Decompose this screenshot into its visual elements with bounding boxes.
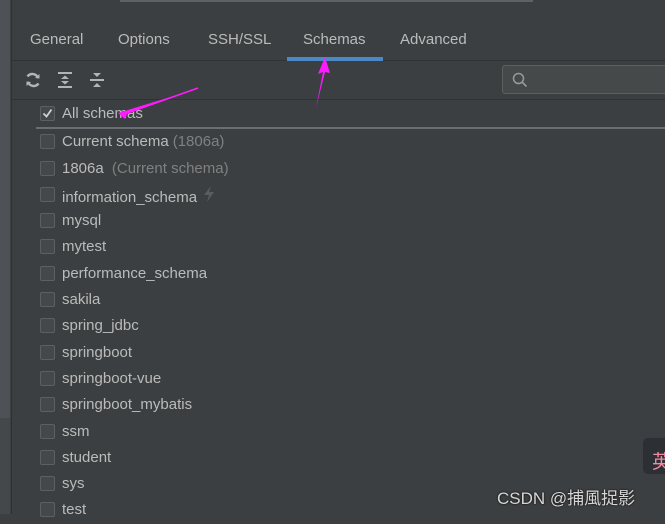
schema-label: springboot: [62, 344, 132, 361]
schema-hint: (Current schema): [107, 159, 229, 177]
schema-name: Current schema: [62, 133, 169, 151]
checkbox[interactable]: [40, 213, 55, 229]
tab-bar: General Options SSH/SSL Schemas Advanced: [12, 0, 665, 61]
schema-label: sys: [62, 475, 85, 492]
schema-item[interactable]: mysql: [36, 208, 665, 234]
schema-name: ssm: [62, 422, 90, 440]
tab-options[interactable]: Options: [118, 31, 170, 48]
refresh-icon[interactable]: [23, 70, 43, 90]
schema-label: performance_schema: [62, 265, 207, 282]
schema-label: 1806a (Current schema): [62, 160, 229, 177]
schema-item[interactable]: information_schema: [36, 182, 665, 208]
watermark: CSDN @捕風捉影: [497, 489, 636, 508]
schema-label: sakila: [62, 291, 100, 308]
tab-advanced[interactable]: Advanced: [400, 31, 467, 48]
checkbox[interactable]: [40, 239, 55, 255]
schema-name: spring_jdbc: [62, 317, 139, 335]
schema-name: student: [62, 448, 112, 466]
schema-label: springboot_mybatis: [62, 396, 192, 413]
schema-name: All schemas: [62, 105, 143, 122]
checkbox[interactable]: [40, 370, 55, 386]
checkbox[interactable]: [40, 502, 55, 518]
tab-general[interactable]: General: [30, 31, 83, 48]
checkbox[interactable]: [40, 106, 55, 121]
schema-list: All schemas Current schema (1806a) 1806a (C…: [36, 101, 665, 524]
schema-item[interactable]: sakila: [36, 287, 665, 313]
schema-search: [502, 65, 665, 94]
ime-indicator: 英: [643, 438, 665, 474]
checkmark-icon: [42, 108, 53, 118]
schema-item[interactable]: mytest: [36, 234, 665, 260]
schema-item[interactable]: ssm: [36, 419, 665, 445]
schema-label: spring_jdbc: [62, 317, 139, 334]
schema-item[interactable]: Current schema (1806a): [36, 129, 665, 155]
schema-item[interactable]: 1806a (Current schema): [36, 156, 665, 182]
schema-name: springboot-vue: [62, 369, 162, 387]
left-panel-strip-lower: [0, 418, 10, 514]
tab-schemas[interactable]: Schemas: [303, 31, 366, 48]
schema-name: springboot_mybatis: [62, 396, 193, 414]
schema-hint: (1806a): [172, 133, 225, 151]
schema-label: information_schema: [62, 185, 215, 206]
schema-label: All schemas: [62, 105, 143, 122]
schema-label: mytest: [62, 238, 106, 255]
tab-ssh-ssl[interactable]: SSH/SSL: [208, 31, 271, 48]
left-panel-strip: [0, 0, 10, 418]
checkbox[interactable]: [40, 292, 55, 308]
schema-label: ssm: [62, 423, 90, 440]
schema-name: performance_schema: [62, 264, 208, 282]
schema-label: student: [62, 449, 111, 466]
checkbox[interactable]: [40, 265, 55, 281]
search-icon: [512, 72, 528, 88]
search-input[interactable]: [535, 70, 665, 91]
schema-name: springboot: [62, 343, 133, 361]
checkbox[interactable]: [40, 397, 55, 413]
schema-name: sakila: [62, 291, 101, 309]
schema-label: Current schema (1806a): [62, 133, 224, 150]
schema-label: test: [62, 501, 86, 518]
collapse-all-icon[interactable]: [87, 70, 107, 90]
checkbox[interactable]: [40, 449, 55, 465]
checkbox[interactable]: [40, 160, 55, 176]
schema-item[interactable]: spring_jdbc: [36, 313, 665, 339]
checkbox[interactable]: [40, 134, 55, 150]
schema-item[interactable]: springboot-vue: [36, 366, 665, 392]
schema-name: mytest: [62, 238, 107, 256]
schema-item[interactable]: student: [36, 445, 665, 471]
checkbox[interactable]: [40, 318, 55, 334]
schema-name: information_schema: [62, 188, 198, 206]
checkbox[interactable]: [40, 423, 55, 439]
schema-item[interactable]: springboot_mybatis: [36, 392, 665, 418]
checkbox[interactable]: [40, 344, 55, 360]
schema-name: sys: [62, 475, 85, 493]
schema-item[interactable]: All schemas: [36, 101, 665, 130]
schema-item[interactable]: performance_schema: [36, 261, 665, 287]
schema-label: mysql: [62, 212, 101, 229]
checkbox[interactable]: [40, 476, 55, 492]
expand-all-icon[interactable]: [55, 70, 75, 90]
schema-name: 1806a: [62, 159, 104, 177]
schema-name: mysql: [62, 212, 102, 230]
schema-label: springboot-vue: [62, 370, 161, 387]
schema-name: test: [62, 501, 87, 519]
schema-item[interactable]: springboot: [36, 340, 665, 366]
lightning-icon: [203, 185, 215, 206]
checkbox[interactable]: [40, 186, 55, 202]
